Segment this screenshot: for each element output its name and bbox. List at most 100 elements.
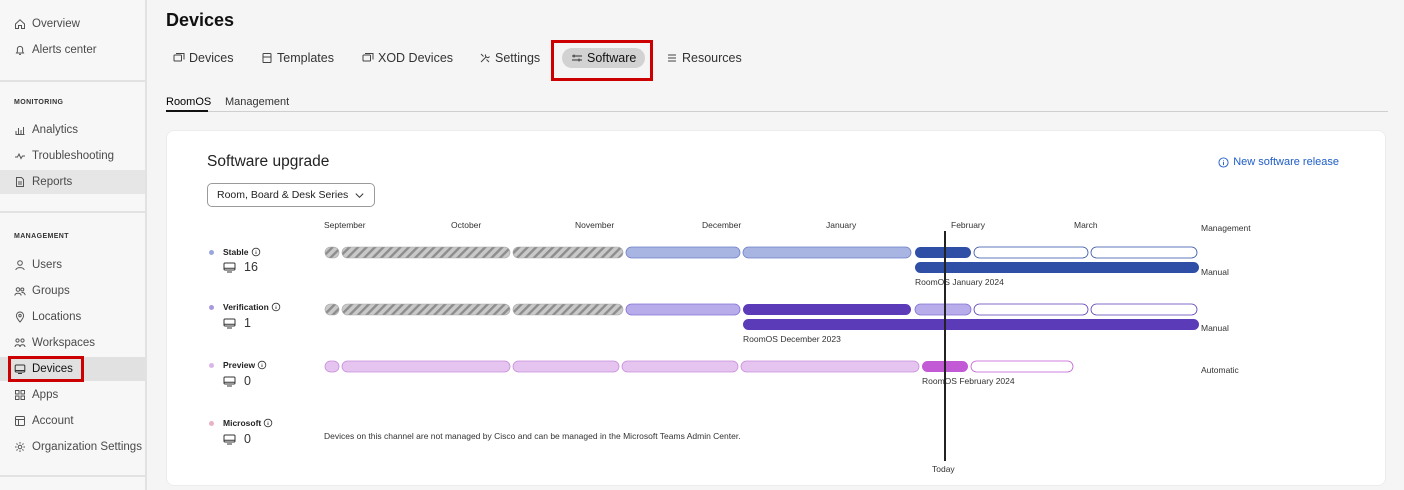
future-release-bar — [973, 303, 1089, 316]
sidebar-item-label: Alerts center — [32, 44, 97, 56]
past-release-bar — [324, 246, 340, 259]
stable-timeline — [324, 246, 1199, 273]
sidebar-item-label: Reports — [32, 176, 73, 188]
location-icon — [14, 311, 26, 323]
subtab-active-indicator — [166, 110, 208, 112]
sidebar-divider — [0, 211, 147, 213]
sidebar-item-alerts-center[interactable]: Alerts center — [0, 38, 145, 62]
sidebar-item-account[interactable]: Account — [0, 409, 145, 433]
user-icon — [14, 259, 26, 271]
today-marker-line — [944, 231, 946, 461]
subtab-divider — [166, 111, 1388, 112]
sidebar-item-troubleshooting[interactable]: Troubleshooting — [0, 144, 145, 168]
today-label: Today — [932, 464, 955, 474]
release-bar — [341, 360, 511, 373]
account-icon — [14, 415, 26, 427]
sidebar-item-overview[interactable]: Overview — [0, 12, 145, 36]
mode-label-verification: Manual — [1201, 323, 1229, 333]
version-label-preview: RoomOS February 2024 — [922, 376, 1015, 386]
sidebar-item-groups[interactable]: Groups — [0, 279, 145, 303]
tab-label: Templates — [277, 51, 334, 65]
tab-software[interactable]: Software — [562, 48, 646, 68]
sidebar-item-users[interactable]: Users — [0, 253, 145, 277]
tab-xod-devices[interactable]: XOD Devices — [362, 51, 453, 65]
analytics-icon — [14, 124, 26, 136]
mode-label-preview: Automatic — [1201, 365, 1239, 375]
tools-icon — [479, 52, 491, 64]
section-label-monitoring: MONITORING — [14, 99, 64, 106]
tab-templates[interactable]: Templates — [261, 51, 334, 65]
sidebar-item-label: Devices — [32, 363, 73, 375]
apps-icon — [14, 389, 26, 401]
release-bar — [914, 303, 972, 316]
tab-label: Software — [587, 51, 637, 65]
sidebar-item-analytics[interactable]: Analytics — [0, 118, 145, 142]
future-release-bar — [970, 360, 1074, 373]
template-icon — [261, 52, 273, 64]
microsoft-channel-note: Devices on this channel are not managed … — [324, 431, 741, 441]
version-label-verification: RoomOS December 2023 — [743, 334, 841, 344]
past-release-bar — [341, 246, 511, 259]
sidebar-item-label: Organization Settings — [32, 441, 142, 453]
workspaces-icon — [14, 337, 26, 349]
sidebar-item-label: Troubleshooting — [32, 150, 115, 162]
release-bar — [625, 246, 741, 259]
mode-label-stable: Manual — [1201, 267, 1229, 277]
future-release-bar — [1090, 303, 1198, 316]
sidebar-item-label: Account — [32, 415, 74, 427]
tab-label: Resources — [682, 51, 742, 65]
tab-label: XOD Devices — [378, 51, 454, 65]
sidebar-item-label: Users — [32, 259, 63, 271]
sidebar-item-label: Overview — [32, 18, 80, 30]
sidebar-item-locations[interactable]: Locations — [0, 305, 145, 329]
pulse-icon — [14, 150, 26, 162]
xod-icon — [362, 52, 374, 64]
upgrade-window-bar — [743, 319, 1199, 330]
past-release-bar — [324, 303, 340, 316]
current-release-bar — [915, 247, 971, 258]
release-bar — [324, 360, 340, 373]
release-bar — [625, 303, 741, 316]
device-icon — [14, 363, 26, 375]
section-label-management: MANAGEMENT — [14, 233, 69, 240]
sidebar-item-reports[interactable]: Reports — [0, 170, 145, 194]
sidebar-item-workspaces[interactable]: Workspaces — [0, 331, 145, 355]
sidebar-item-organization-settings[interactable]: Organization Settings — [0, 435, 145, 459]
home-icon — [14, 18, 26, 30]
sidebar-divider — [0, 475, 147, 477]
sidebar-item-label: Workspaces — [32, 337, 96, 349]
page-title: Devices — [166, 10, 235, 30]
software-upgrade-card: Software upgrade New software release Ro… — [166, 130, 1386, 486]
release-bar — [512, 360, 620, 373]
subtab-roomos[interactable]: RoomOS — [166, 96, 211, 108]
list-icon — [666, 52, 678, 64]
preview-timeline — [324, 360, 1074, 373]
sidebar-item-label: Groups — [32, 285, 70, 297]
verification-timeline — [324, 303, 1199, 330]
past-release-bar — [512, 246, 624, 259]
sidebar: Overview Alerts center MONITORING Analyt… — [0, 0, 147, 490]
tab-resources[interactable]: Resources — [666, 51, 742, 65]
subtab-management[interactable]: Management — [225, 96, 289, 108]
version-label-stable: RoomOS January 2024 — [915, 277, 1004, 287]
tab-label: Devices — [189, 51, 234, 65]
past-release-bar — [512, 303, 624, 316]
bell-icon — [14, 44, 26, 56]
current-release-bar — [743, 304, 911, 315]
sidebar-item-label: Analytics — [32, 124, 79, 136]
sidebar-item-apps[interactable]: Apps — [0, 383, 145, 407]
upgrade-window-bar — [915, 262, 1199, 273]
group-icon — [14, 285, 26, 297]
future-release-bar — [973, 246, 1089, 259]
devices-icon — [173, 52, 185, 64]
sidebar-item-devices[interactable]: Devices — [0, 357, 145, 381]
report-icon — [14, 176, 26, 188]
tab-label: Settings — [495, 51, 541, 65]
tab-settings[interactable]: Settings — [479, 51, 540, 65]
tab-devices[interactable]: Devices — [173, 51, 233, 65]
future-release-bar — [1090, 246, 1198, 259]
release-bar — [742, 246, 912, 259]
software-icon — [571, 52, 583, 64]
release-bar — [740, 360, 920, 373]
gear-icon — [14, 441, 26, 453]
